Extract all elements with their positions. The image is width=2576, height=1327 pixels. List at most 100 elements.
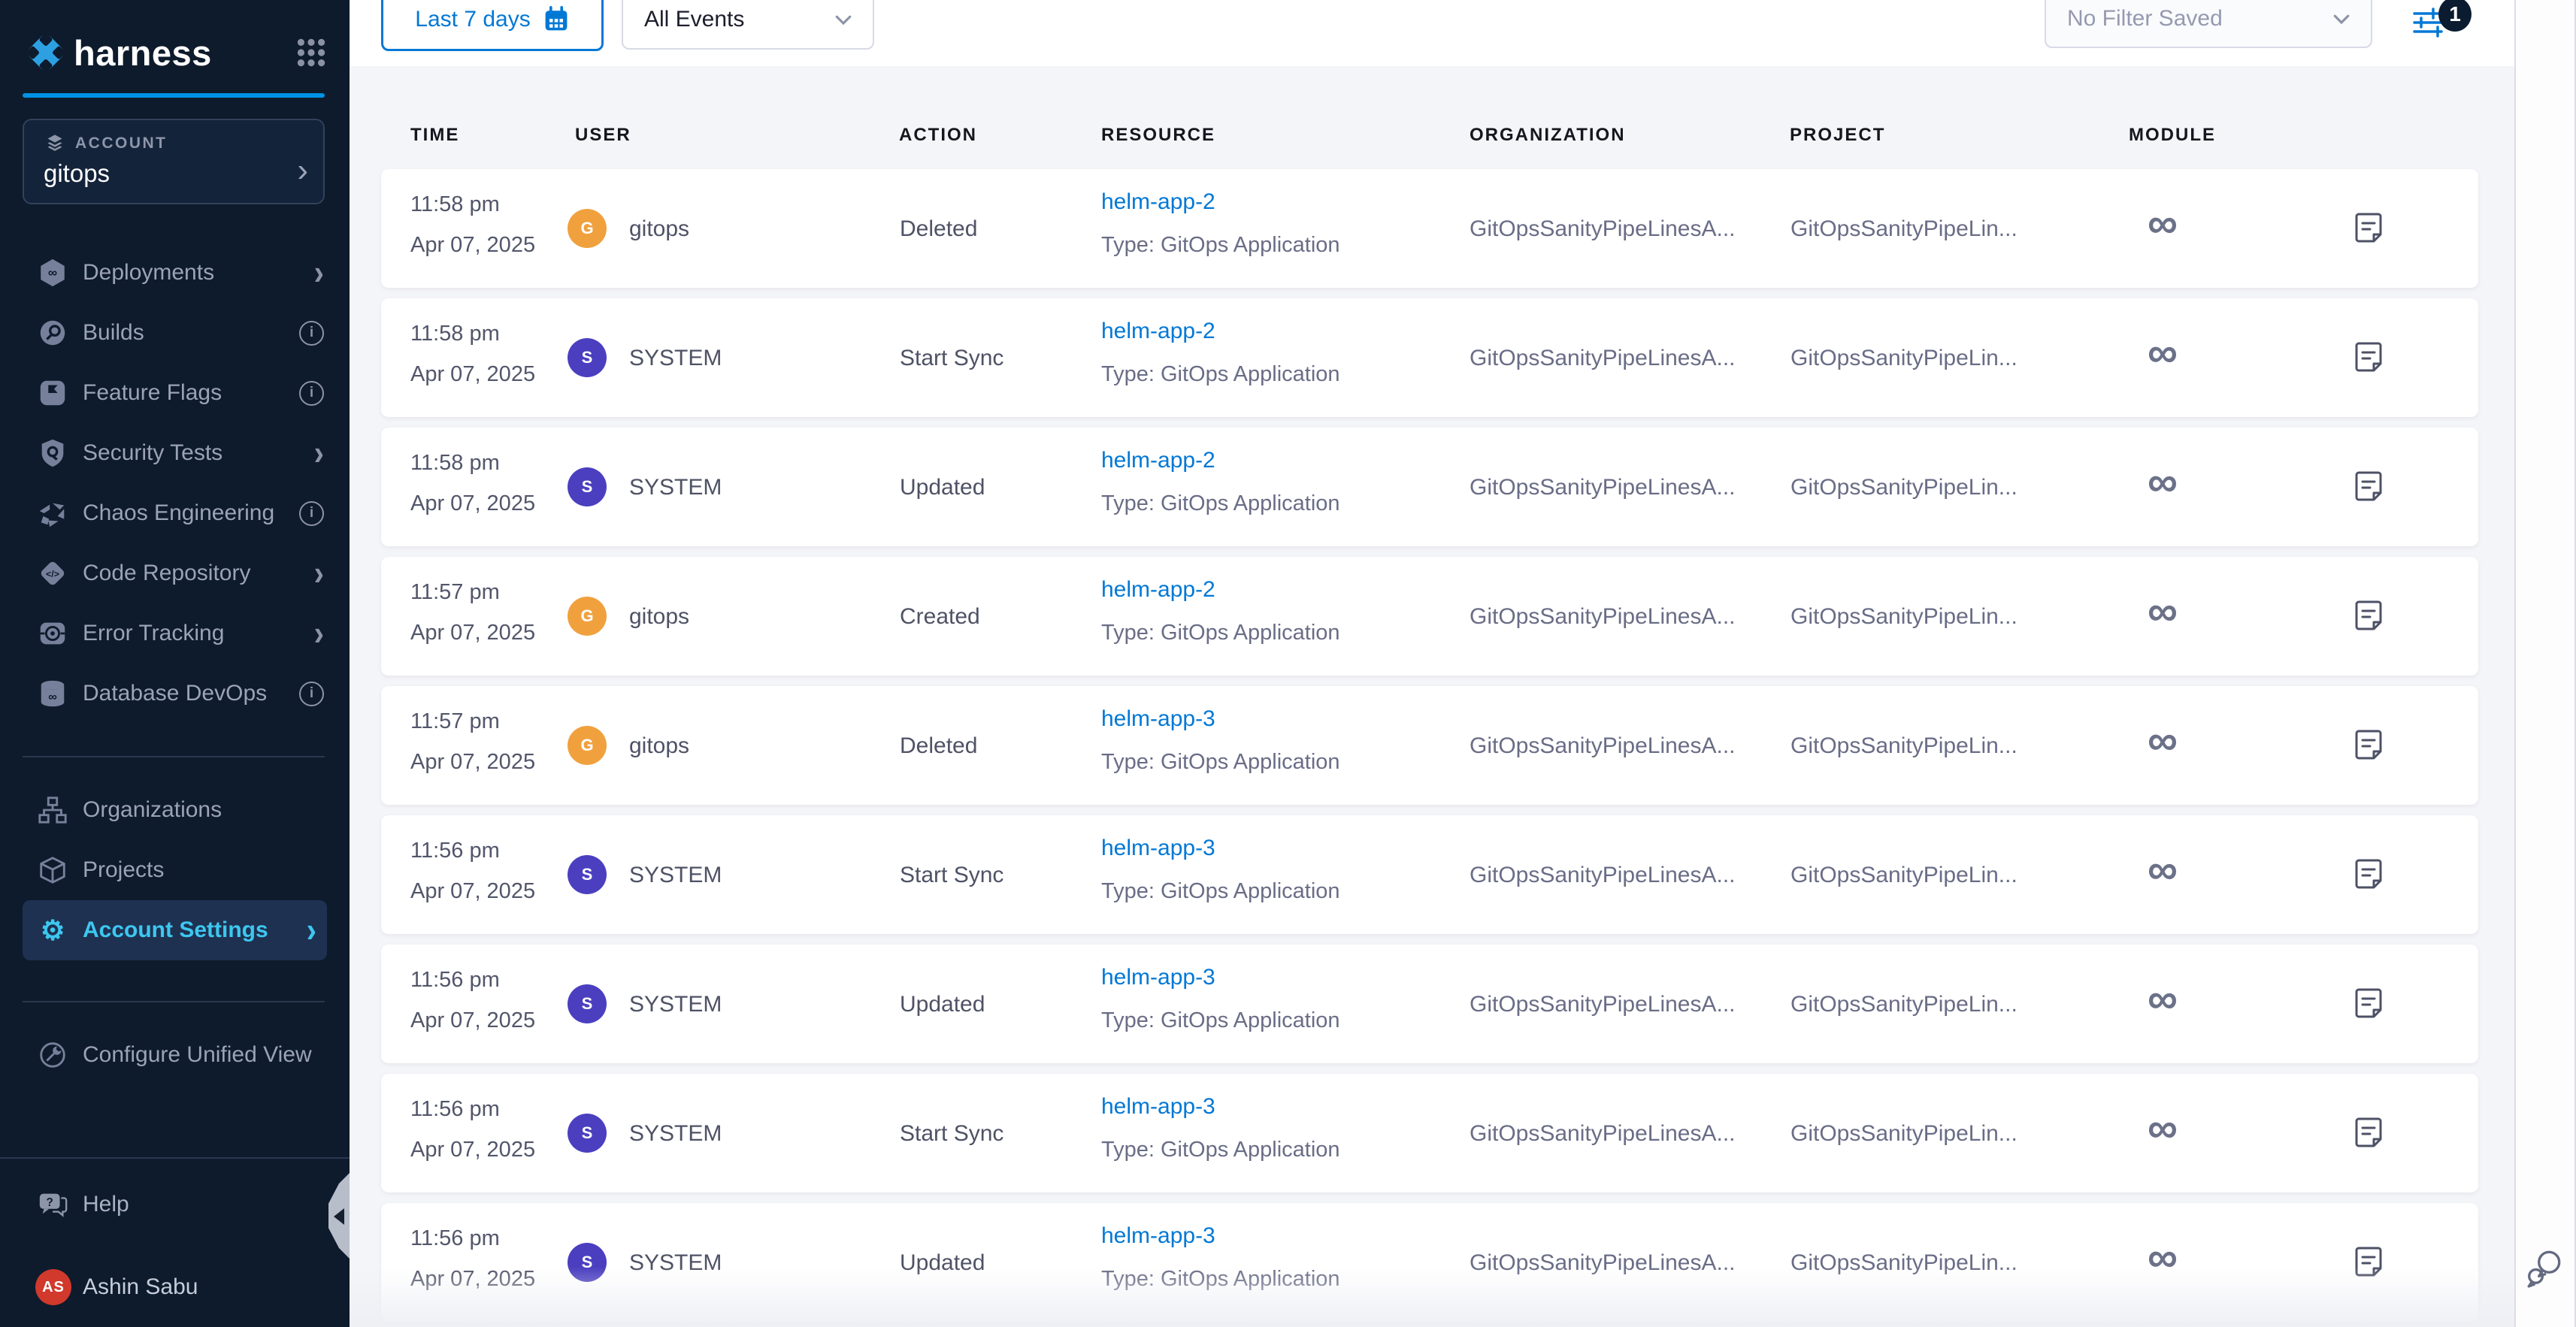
event-note-button[interactable] xyxy=(2354,857,2384,891)
column-header-project: PROJECT xyxy=(1790,125,1885,146)
sidebar-item-label: Projects xyxy=(83,857,164,883)
event-date: Apr 07, 2025 xyxy=(410,1008,535,1033)
audit-table-row: 11:57 pm Apr 07, 2025 G gitops Created h… xyxy=(381,557,2478,676)
chevron-right-icon: › xyxy=(314,558,324,588)
chevron-right-icon: › xyxy=(314,618,324,648)
resource-link[interactable]: helm-app-3 xyxy=(1101,965,1215,990)
cd-module-icon: ∞ xyxy=(2148,1236,2178,1278)
sidebar-item-builds[interactable]: Buildsi xyxy=(0,303,350,363)
resource-link[interactable]: helm-app-3 xyxy=(1101,706,1215,732)
date-range-button[interactable]: Last 7 days xyxy=(381,0,604,51)
sidebar-item-chaos-engineering[interactable]: Chaos Engineeringi xyxy=(0,483,350,543)
audit-table-row: 11:56 pm Apr 07, 2025 S SYSTEM Updated h… xyxy=(381,945,2478,1063)
sidebar-item-deployments[interactable]: ∞Deployments› xyxy=(0,243,350,303)
projects-icon xyxy=(35,854,70,886)
user-avatar: S xyxy=(568,467,607,506)
event-date: Apr 07, 2025 xyxy=(410,879,535,904)
chevron-right-icon: › xyxy=(307,914,316,945)
chaos-engineering-icon xyxy=(35,497,70,529)
cd-module-icon: ∞ xyxy=(2148,719,2178,761)
event-action: Updated xyxy=(900,475,985,500)
settings-gear-icon: ⚙ xyxy=(35,914,70,946)
user-avatar: S xyxy=(568,984,607,1023)
event-note-button[interactable] xyxy=(2354,210,2384,245)
layers-icon xyxy=(44,132,66,155)
audit-table-row: 11:56 pm Apr 07, 2025 S SYSTEM Updated h… xyxy=(381,1203,2478,1322)
scrollbar-gutter[interactable] xyxy=(2514,0,2576,1327)
sidebar-nav-secondary: Organizations Projects ⚙Account Settings› xyxy=(0,780,350,960)
sidebar-divider xyxy=(23,1001,325,1002)
column-header-time: TIME xyxy=(410,125,459,146)
cd-module-icon: ∞ xyxy=(2148,202,2178,244)
sidebar-item-code-repository[interactable]: </>Code Repository› xyxy=(0,543,350,603)
column-header-organization: ORGANIZATION xyxy=(1470,125,1626,146)
user-name: SYSTEM xyxy=(629,346,722,371)
user-name: gitops xyxy=(629,216,689,242)
resource-link[interactable]: helm-app-2 xyxy=(1101,448,1215,473)
event-note-button[interactable] xyxy=(2354,469,2384,503)
event-note-button[interactable] xyxy=(2354,986,2384,1020)
sidebar-item-projects[interactable]: Projects xyxy=(0,840,350,900)
sidebar-item-account-settings[interactable]: ⚙Account Settings› xyxy=(23,900,327,960)
project-name: GitOpsSanityPipeLin... xyxy=(1790,992,2018,1017)
sidebar-item-database-devops[interactable]: ∞Database DevOpsi xyxy=(0,664,350,724)
sidebar-item-help[interactable]: ? Help xyxy=(0,1180,350,1229)
saved-filter-select[interactable]: No Filter Saved xyxy=(2045,0,2372,48)
events-filter-select[interactable]: All Events xyxy=(622,0,874,50)
event-note-button[interactable] xyxy=(2354,1115,2384,1150)
organization-name: GitOpsSanityPipeLinesA... xyxy=(1470,992,1736,1017)
resource-type: Type: GitOps Application xyxy=(1101,621,1340,645)
column-header-module: MODULE xyxy=(2129,125,2216,146)
project-name: GitOpsSanityPipeLin... xyxy=(1790,216,2018,242)
resource-link[interactable]: helm-app-3 xyxy=(1101,1223,1215,1249)
harness-logo-icon xyxy=(23,29,69,76)
audit-toolbar: Last 7 days All Events No Filter Saved 1 xyxy=(350,0,2514,66)
sidebar-item-organizations[interactable]: Organizations xyxy=(0,780,350,840)
event-note-button[interactable] xyxy=(2354,727,2384,762)
sidebar-item-label: Configure Unified View xyxy=(83,1042,312,1068)
cd-module-icon: ∞ xyxy=(2148,590,2178,632)
project-name: GitOpsSanityPipeLin... xyxy=(1790,604,2018,630)
organization-name: GitOpsSanityPipeLinesA... xyxy=(1470,1121,1736,1147)
event-time: 11:58 pm xyxy=(410,322,500,346)
security-tests-icon xyxy=(35,437,70,469)
cd-module-icon: ∞ xyxy=(2148,848,2178,890)
chat-bubbles-icon[interactable] xyxy=(2525,1247,2565,1288)
resource-link[interactable]: helm-app-3 xyxy=(1101,836,1215,861)
resource-link[interactable]: helm-app-2 xyxy=(1101,577,1215,603)
event-note-button[interactable] xyxy=(2354,1244,2384,1279)
svg-text:?: ? xyxy=(47,1196,53,1209)
event-date: Apr 07, 2025 xyxy=(410,1267,535,1292)
resource-link[interactable]: helm-app-3 xyxy=(1101,1094,1215,1120)
event-action: Updated xyxy=(900,992,985,1017)
sidebar-item-label: Error Tracking xyxy=(83,621,224,646)
sidebar-divider xyxy=(0,1157,350,1159)
resource-type: Type: GitOps Application xyxy=(1101,750,1340,775)
account-selector[interactable]: ACCOUNT gitops › xyxy=(23,119,325,204)
accent-bar xyxy=(23,93,325,98)
svg-text:∞: ∞ xyxy=(48,265,57,280)
event-time: 11:56 pm xyxy=(410,1226,500,1251)
account-name: gitops xyxy=(44,159,110,188)
sidebar-item-configure-unified-view[interactable]: Configure Unified View xyxy=(0,1025,350,1085)
organization-name: GitOpsSanityPipeLinesA... xyxy=(1470,1250,1736,1276)
sidebar-divider xyxy=(23,756,325,757)
sidebar-item-error-tracking[interactable]: Error Tracking › xyxy=(0,603,350,664)
project-name: GitOpsSanityPipeLin... xyxy=(1790,733,2018,759)
resource-link[interactable]: helm-app-2 xyxy=(1101,189,1215,215)
event-note-button[interactable] xyxy=(2354,598,2384,633)
grid-9-icon[interactable] xyxy=(294,35,328,70)
chevron-right-icon: › xyxy=(314,437,324,468)
sidebar-item-security-tests[interactable]: Security Tests› xyxy=(0,423,350,483)
event-date: Apr 07, 2025 xyxy=(410,362,535,387)
user-profile-item[interactable]: AS Ashin Sabu xyxy=(0,1262,350,1312)
resource-link[interactable]: helm-app-2 xyxy=(1101,319,1215,344)
user-avatar: S xyxy=(568,338,607,377)
brand-name: harness xyxy=(74,32,212,74)
user-avatar: G xyxy=(568,726,607,765)
resource-type: Type: GitOps Application xyxy=(1101,233,1340,258)
event-note-button[interactable] xyxy=(2354,340,2384,374)
database-devops-icon: ∞ xyxy=(35,678,70,709)
chevron-down-icon xyxy=(832,8,855,31)
sidebar-item-feature-flags[interactable]: Feature Flagsi xyxy=(0,363,350,423)
